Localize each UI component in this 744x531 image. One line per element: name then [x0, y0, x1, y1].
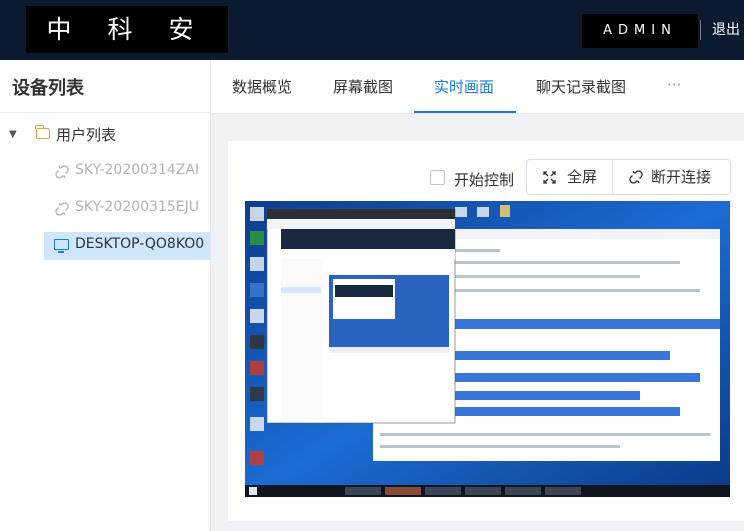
device-label: SKY-20200314ZAI — [75, 162, 200, 178]
broken-link-icon — [629, 170, 643, 184]
tab-screenshots[interactable]: 屏幕截图 — [333, 76, 393, 97]
button-divider — [612, 160, 613, 194]
top-bar: 中 科 安 企 ADMIN 退出 — [0, 0, 744, 91]
tab-bar: 数据概览 屏幕截图 实时画面 聊天记录截图 ··· — [211, 60, 744, 114]
tab-more[interactable]: ··· — [667, 76, 681, 94]
live-view-panel: 开始控制 全屏 断开连接 — [228, 141, 744, 521]
folder-icon — [35, 125, 50, 139]
disconnect-button[interactable]: 断开连接 — [627, 160, 729, 194]
start-control-label[interactable]: 开始控制 — [454, 169, 514, 190]
device-item[interactable]: SKY-20200315EJU — [0, 195, 210, 223]
user-name[interactable]: ADMIN — [582, 14, 698, 48]
fullscreen-button[interactable]: 全屏 — [541, 160, 611, 194]
fullscreen-label: 全屏 — [567, 168, 598, 186]
tree-root-users[interactable]: ▼ 用户列表 — [0, 122, 210, 150]
device-item[interactable]: SKY-20200314ZAI — [0, 158, 210, 186]
sidebar-title: 设备列表 — [12, 78, 84, 99]
screen-button-group: 全屏 断开连接 — [526, 159, 731, 195]
start-control-checkbox[interactable] — [430, 170, 445, 185]
broken-link-icon — [55, 202, 69, 216]
tab-live-view[interactable]: 实时画面 — [434, 76, 494, 97]
disconnect-label: 断开连接 — [651, 168, 712, 186]
tab-overview[interactable]: 数据概览 — [232, 76, 292, 97]
remote-desktop-image — [245, 201, 730, 497]
caret-down-icon[interactable]: ▼ — [9, 129, 17, 140]
brand-logo: 中 科 安 企 — [26, 6, 228, 91]
logout-link[interactable]: 退出 — [712, 19, 740, 39]
header-divider — [700, 20, 701, 40]
tab-chat-screenshots[interactable]: 聊天记录截图 — [536, 76, 626, 97]
device-item-selected[interactable]: DESKTOP-QO8KO0 — [44, 232, 210, 260]
remote-screen[interactable] — [245, 201, 730, 497]
expand-arrows-icon — [543, 171, 556, 184]
tree-root-label: 用户列表 — [56, 126, 117, 144]
device-label: DESKTOP-QO8KO0 — [75, 236, 205, 252]
device-label: SKY-20200315EJU — [75, 199, 199, 215]
monitor-icon — [54, 239, 69, 253]
device-sidebar: 设备列表 ▼ 用户列表 SKY-20200314ZAI SKY-20200315… — [0, 60, 211, 531]
broken-link-icon — [55, 165, 69, 179]
sidebar-divider — [0, 112, 210, 113]
active-tab-indicator — [414, 111, 516, 113]
